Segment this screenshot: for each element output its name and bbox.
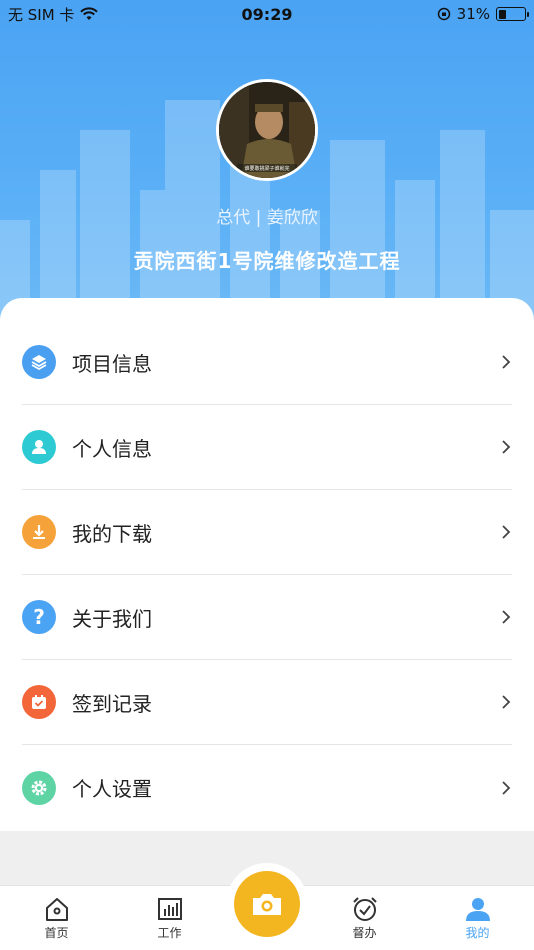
user-icon: [465, 898, 490, 921]
question-icon: ?: [22, 600, 56, 634]
menu-item-label: 项目信息: [72, 351, 152, 376]
battery-icon: [496, 7, 529, 21]
chevron-right-icon: [502, 440, 511, 454]
camera-button[interactable]: [234, 871, 300, 937]
settings-gear-icon: [22, 770, 56, 805]
menu-item-my-downloads[interactable]: 我的下载: [22, 490, 512, 575]
menu-item-checkin-records[interactable]: 签到记录: [22, 660, 512, 745]
menu-item-label: 我的下载: [72, 521, 152, 546]
chevron-right-icon: [502, 610, 511, 624]
clock: 09:29: [241, 4, 293, 24]
status-bar: 无 SIM 卡 09:29 31%: [0, 0, 534, 28]
menu-item-personal-settings[interactable]: 个人设置: [22, 745, 512, 830]
menu-item-label: 个人设置: [72, 777, 152, 801]
menu-item-label: 签到记录: [72, 691, 152, 716]
person-icon: [22, 430, 56, 464]
camera-icon: [253, 894, 281, 915]
carrier-label: 无 SIM 卡: [8, 5, 75, 24]
chevron-right-icon: [502, 780, 511, 795]
alarm-icon: [352, 897, 377, 921]
profile-header: 无 SIM 卡 09:29 31% 谁要敢挑梁子谁就完 总代 | 姜欣欣 贡院西…: [0, 0, 534, 330]
role-and-name: 总代 | 姜欣欣: [216, 208, 318, 228]
chevron-right-icon: [502, 525, 511, 539]
download-icon: [22, 515, 56, 549]
menu-item-label: 关于我们: [72, 606, 152, 631]
menu-item-project-info[interactable]: 项目信息: [22, 320, 512, 405]
calendar-check-icon: [22, 685, 56, 719]
orientation-lock-icon: [437, 7, 450, 21]
battery-level: [498, 9, 507, 19]
tab-label: 首页: [44, 926, 69, 940]
avatar-image: 谁要敢挑梁子谁就完: [219, 82, 315, 178]
tab-supervise[interactable]: 督办: [308, 886, 421, 950]
home-icon: [45, 898, 68, 921]
menu-list: 项目信息 个人信息 我的下载 ? 关于我们 签到记录 个人设置: [0, 298, 534, 831]
battery-percent: 31%: [456, 5, 490, 23]
chevron-right-icon: [502, 695, 511, 709]
avatar[interactable]: 谁要敢挑梁子谁就完: [216, 79, 318, 181]
layers-icon: [22, 345, 56, 379]
tab-work[interactable]: 工作: [113, 886, 226, 950]
tab-mine[interactable]: 我的: [421, 886, 534, 950]
tab-home[interactable]: 首页: [0, 886, 113, 950]
wifi-icon: [80, 7, 99, 20]
menu-item-label: 个人信息: [72, 436, 152, 461]
tab-label: 我的: [465, 926, 490, 940]
chart-icon: [157, 898, 182, 920]
avatar-caption: 谁要敢挑梁子谁就完: [244, 165, 289, 172]
menu-item-personal-info[interactable]: 个人信息: [22, 405, 512, 490]
tab-label: 督办: [352, 926, 377, 940]
menu-item-about-us[interactable]: ? 关于我们: [22, 575, 512, 660]
project-title: 贡院西街1号院维修改造工程: [133, 249, 401, 273]
tab-label: 工作: [157, 926, 182, 940]
chevron-right-icon: [502, 355, 511, 369]
